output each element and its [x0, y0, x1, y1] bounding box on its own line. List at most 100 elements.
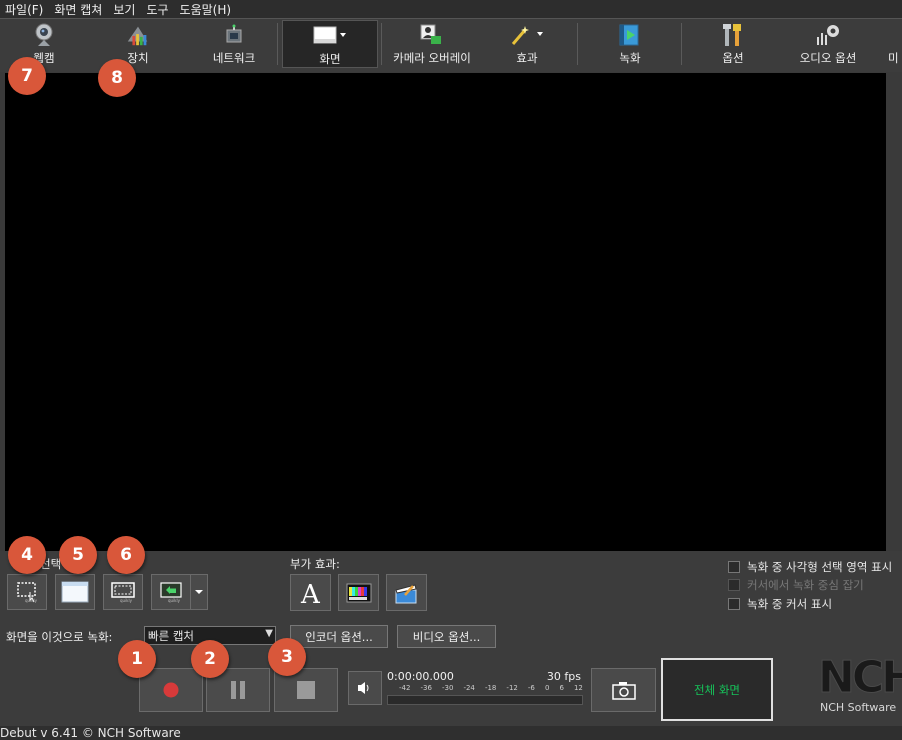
- meter-tick: 6: [559, 684, 564, 692]
- status-bar: Debut v 6.41 © NCH Software: [0, 726, 902, 740]
- meter-tick: -42: [399, 684, 411, 692]
- menu-view[interactable]: 보기: [108, 1, 141, 18]
- encoder-options-button[interactable]: 인코더 옵션...: [290, 625, 388, 648]
- text-overlay-button[interactable]: A: [290, 574, 331, 611]
- annotation-marker: 8: [98, 59, 136, 97]
- meter-bars: [387, 695, 583, 705]
- effects-label: 부가 효과:: [290, 557, 340, 571]
- logo-subtitle: NCH Software: [820, 701, 897, 714]
- video-effects-button[interactable]: [386, 574, 427, 611]
- more-icon: [888, 22, 902, 48]
- toolbar-audio-options-button[interactable]: 오디오 옵션: [788, 20, 868, 68]
- annotation-marker: 7: [8, 57, 46, 95]
- chevron-down-icon: [195, 590, 203, 594]
- center-on-cursor-checkbox: [728, 579, 740, 591]
- window-select-icon: [61, 581, 89, 603]
- svg-text:A: A: [300, 580, 321, 606]
- select-rectangle-button[interactable]: quikly: [7, 574, 47, 610]
- annotation-marker: 5: [59, 536, 97, 574]
- select-fullscreen-button[interactable]: quikly: [103, 574, 143, 610]
- speaker-icon: [358, 682, 369, 694]
- record-to-label: 화면을 이것으로 녹화:: [6, 630, 113, 644]
- record-format-value: 빠른 캡처: [148, 628, 194, 643]
- show-cursor-row[interactable]: 녹화 중 커서 표시: [728, 596, 832, 612]
- annotation-marker: 2: [191, 640, 229, 678]
- toolbar-separator: [681, 23, 682, 65]
- video-options-button[interactable]: 비디오 옵션...: [397, 625, 496, 648]
- meter-tick: -30: [441, 684, 454, 692]
- webcam-icon: [31, 22, 57, 48]
- snapshot-button[interactable]: [591, 668, 656, 712]
- recordings-icon: [617, 22, 643, 48]
- annotation-marker: 3: [268, 638, 306, 676]
- nch-logo: NCH NCH Software: [818, 652, 902, 718]
- menu-file[interactable]: 파일(F): [0, 1, 49, 18]
- main-toolbar: 웹캠 장치 네트워크 화면 카메라 오버레이 효과 녹화 옵션 오디오 옵션 미: [0, 18, 902, 72]
- center-on-cursor-row: 커서에서 녹화 중심 잡기: [728, 577, 864, 593]
- annotation-marker: 4: [8, 536, 46, 574]
- toolbar-separator: [277, 23, 278, 65]
- show-cursor-checkbox[interactable]: [728, 598, 740, 610]
- toolbar-options-button[interactable]: 옵션: [703, 20, 763, 68]
- svg-text:quikly: quikly: [25, 598, 38, 603]
- toolbar-separator: [577, 23, 578, 65]
- camera-overlay-icon: [419, 22, 445, 48]
- toolbar-effects-button[interactable]: 효과: [496, 20, 558, 68]
- menu-help[interactable]: 도움말(H): [175, 1, 238, 18]
- select-previous-button[interactable]: quikly: [151, 574, 191, 610]
- meter-tick: 12: [573, 684, 583, 692]
- meter-tick: -6: [527, 684, 535, 692]
- rectangle-select-icon: quikly: [17, 582, 38, 603]
- pause-icon: [231, 681, 245, 699]
- volume-button[interactable]: [348, 671, 382, 705]
- menu-bar: 파일(F) 화면 캡쳐 보기 도구 도움말(H): [0, 0, 902, 18]
- toolbar-more-button[interactable]: 미: [888, 20, 902, 68]
- meter-tick: -18: [484, 684, 497, 692]
- show-rect-label: 녹화 중 사각형 선택 영역 표시: [747, 560, 893, 574]
- text-a-icon: A: [300, 580, 321, 606]
- meter-scale: -42 -36 -30 -24 -18 -12 -6 0 6 12: [399, 684, 583, 692]
- menu-screen-capture[interactable]: 화면 캡쳐: [49, 1, 108, 18]
- annotation-marker: 6: [107, 536, 145, 574]
- capture-preview-area: [5, 73, 886, 551]
- svg-text:quikly: quikly: [120, 598, 133, 603]
- audio-options-icon: [815, 22, 841, 48]
- logo-brand: NCH: [818, 652, 902, 703]
- screen-icon: [310, 23, 350, 49]
- show-rect-while-recording-row[interactable]: 녹화 중 사각형 선택 영역 표시: [728, 559, 892, 575]
- svg-text:quikly: quikly: [168, 598, 181, 603]
- color-adjust-button[interactable]: [338, 574, 379, 611]
- record-button[interactable]: [139, 668, 203, 712]
- network-icon: [221, 22, 247, 48]
- fullscreen-target-button[interactable]: 전체 화면: [661, 658, 773, 721]
- toolbar-recordings-button[interactable]: 녹화: [600, 20, 660, 68]
- toolbar-screen-button[interactable]: 화면: [282, 20, 378, 68]
- show-rect-checkbox[interactable]: [728, 561, 740, 573]
- undo-arrow-icon: quikly: [160, 582, 182, 603]
- recording-time: 0:00:00.000: [387, 670, 454, 683]
- meter-tick: -12: [506, 684, 518, 692]
- chevron-down-icon: ▼: [265, 628, 273, 639]
- record-icon: [163, 682, 179, 698]
- preview-side-strip: [886, 73, 902, 551]
- clapper-icon: [394, 583, 417, 603]
- effects-wand-icon: [507, 22, 547, 48]
- meter-tick: 0: [544, 684, 550, 692]
- menu-tools[interactable]: 도구: [141, 1, 174, 18]
- capture-control-panel: 선택 quikly quikly quikly 부가 효과: A 녹화 중 사각…: [0, 551, 902, 726]
- stop-icon: [297, 681, 315, 699]
- select-window-button[interactable]: [55, 574, 95, 610]
- annotation-marker: 1: [118, 640, 156, 678]
- color-bars-icon: [346, 583, 371, 602]
- camera-icon: [611, 682, 636, 700]
- fullscreen-select-icon: quikly: [111, 582, 135, 603]
- device-icon: [125, 22, 151, 48]
- select-dropdown-button[interactable]: [190, 574, 208, 610]
- toolbar-camera-overlay-button[interactable]: 카메라 오버레이: [386, 20, 478, 68]
- options-tools-icon: [720, 22, 746, 48]
- center-on-cursor-label: 커서에서 녹화 중심 잡기: [747, 578, 864, 592]
- toolbar-network-button[interactable]: 네트워크: [198, 20, 270, 68]
- frame-rate: 30 fps: [546, 670, 581, 683]
- meter-tick: -24: [463, 684, 475, 692]
- toolbar-separator: [381, 23, 382, 65]
